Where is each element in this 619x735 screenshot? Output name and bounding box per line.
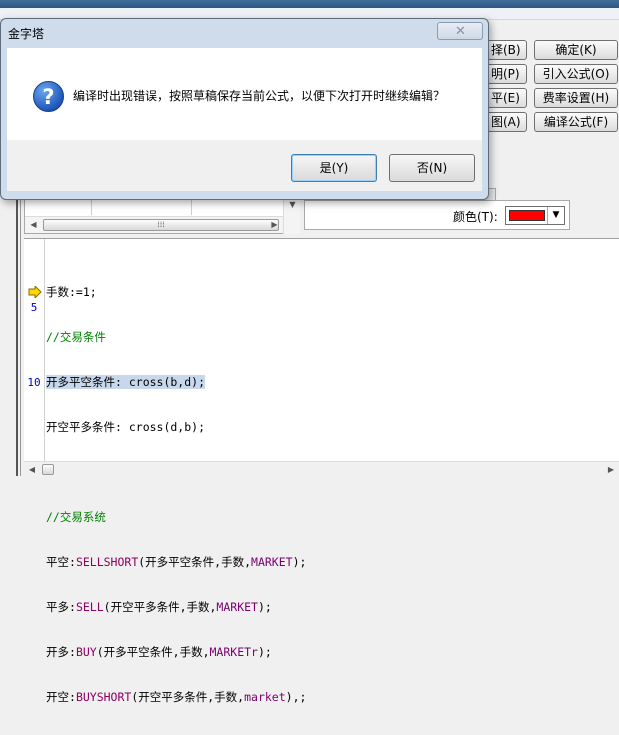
question-icon: ? bbox=[33, 81, 64, 112]
compile-formula-button[interactable]: 编译公式(F) bbox=[534, 112, 618, 132]
fee-settings-button[interactable]: 费率设置(H) bbox=[534, 88, 618, 108]
dialog-body: ? 编译时出现错误，按照草稿保存当前公式，以便下次打开时继续编辑？ bbox=[7, 48, 482, 140]
scroll-thumb[interactable] bbox=[42, 464, 54, 475]
no-button[interactable]: 否(N) bbox=[389, 154, 475, 182]
scroll-right-icon[interactable]: ▶ bbox=[603, 462, 619, 477]
code-comment: //交易条件 bbox=[46, 330, 106, 344]
grid-horizontal-scrollbar[interactable]: ◀ ⁞⁞⁞ ▶ bbox=[25, 216, 283, 233]
code-editor[interactable]: 5 10 手数:=1; //交易条件 开多平空条件: cross(b,d); 开… bbox=[24, 238, 619, 704]
line-number: 5 bbox=[30, 301, 38, 314]
code-comment: //交易系统 bbox=[46, 510, 106, 524]
editor-horizontal-scrollbar[interactable]: ◀ ▶ bbox=[24, 461, 619, 477]
code-line: 平空:SELLSHORT(开多平空条件,手数,MARKET); bbox=[46, 555, 307, 569]
code-line: 平多:SELL(开空平多条件,手数,MARKET); bbox=[46, 600, 272, 614]
color-select[interactable]: ▼ bbox=[505, 206, 565, 225]
window-left-edge bbox=[0, 196, 22, 476]
close-button[interactable]: ✕ bbox=[437, 22, 483, 40]
line-gutter: 5 10 bbox=[24, 239, 46, 461]
color-label: 颜色(T): bbox=[453, 210, 498, 224]
yes-button[interactable]: 是(Y) bbox=[291, 154, 377, 182]
close-icon: ✕ bbox=[455, 24, 466, 39]
dialog-title: 金字塔 bbox=[8, 27, 45, 41]
button-partial-1[interactable]: 择(B) bbox=[489, 40, 527, 60]
scroll-thumb[interactable]: ⁞⁞⁞ bbox=[43, 219, 279, 231]
scroll-down-icon[interactable]: ▼ bbox=[284, 198, 301, 212]
color-panel: 颜色(T): ▼ bbox=[304, 200, 570, 230]
code-line: 开空平多条件: cross(d,b); bbox=[46, 420, 206, 434]
current-line-arrow-icon bbox=[28, 286, 42, 298]
code-line: 手数:=1; bbox=[46, 285, 97, 299]
code-line-highlighted: 开多平空条件: cross(b,d); bbox=[46, 375, 206, 389]
code-line: 开空:BUYSHORT(开空平多条件,手数,market),; bbox=[46, 690, 307, 704]
confirm-dialog: 金字塔 ✕ ? 编译时出现错误，按照草稿保存当前公式，以便下次打开时继续编辑？ … bbox=[0, 18, 489, 200]
button-partial-3[interactable]: 平(E) bbox=[489, 88, 527, 108]
scroll-left-icon[interactable]: ◀ bbox=[25, 217, 42, 233]
line-number: 10 bbox=[27, 376, 41, 389]
button-partial-2[interactable]: 明(P) bbox=[489, 64, 527, 84]
scroll-left-icon[interactable]: ◀ bbox=[24, 462, 40, 477]
dialog-message: 编译时出现错误，按照草稿保存当前公式，以便下次打开时继续编辑？ bbox=[73, 89, 446, 103]
color-swatch bbox=[509, 210, 545, 221]
button-partial-4[interactable]: 图(A) bbox=[489, 112, 527, 132]
code-line: 开多:BUY(开多平空条件,手数,MARKETr); bbox=[46, 645, 272, 659]
code-text[interactable]: 手数:=1; //交易条件 开多平空条件: cross(b,d); 开空平多条件… bbox=[46, 255, 606, 735]
import-formula-button[interactable]: 引入公式(O) bbox=[534, 64, 618, 84]
grid-vertical-scrollbar[interactable]: ▼ bbox=[283, 196, 300, 234]
confirm-button[interactable]: 确定(K) bbox=[534, 40, 618, 60]
editor-titlebar bbox=[0, 0, 619, 8]
parameter-grid[interactable]: ◀ ⁞⁞⁞ ▶ bbox=[24, 196, 300, 234]
chevron-down-icon[interactable]: ▼ bbox=[547, 207, 564, 224]
dialog-footer: 是(Y) 否(N) bbox=[7, 140, 482, 191]
scroll-right-icon[interactable]: ▶ bbox=[266, 217, 283, 233]
